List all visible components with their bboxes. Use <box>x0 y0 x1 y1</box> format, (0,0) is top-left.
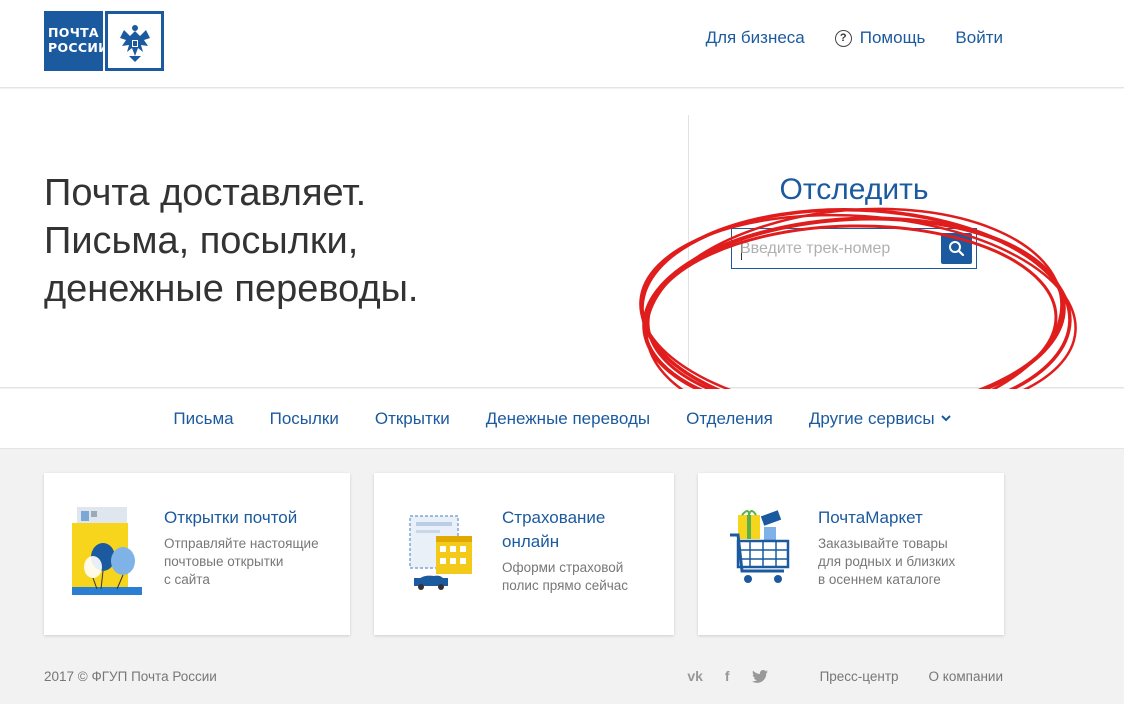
menu-parcels[interactable]: Посылки <box>270 409 339 429</box>
card-insurance-description: Оформи страховой полис прямо сейчас <box>502 559 628 595</box>
menu-other-services[interactable]: Другие сервисы <box>809 409 951 429</box>
hero-line-3: денежные переводы. <box>44 268 419 310</box>
press-center-link[interactable]: Пресс-центр <box>820 669 899 684</box>
tracking-search-button[interactable] <box>941 233 972 264</box>
menu-letters[interactable]: Письма <box>173 409 233 429</box>
card-insurance-desc-line2: полис прямо сейчас <box>502 578 629 593</box>
card-pochtamarket-desc-line2: для родных и близких <box>818 554 956 569</box>
menu-postcards[interactable]: Открытки <box>375 409 450 429</box>
card-insurance-title-line2: онлайн <box>502 532 560 551</box>
card-pochtamarket-title: ПочтаМаркет <box>818 508 923 527</box>
card-pochtamarket[interactable]: ПочтаМаркет Заказывайте товары для родны… <box>698 473 1004 635</box>
logo-line1: ПОЧТА <box>48 25 99 40</box>
facebook-icon[interactable]: f <box>725 668 730 684</box>
card-pochtamarket-description: Заказывайте товары для родных и близких … <box>818 535 955 589</box>
top-navigation: Для бизнеса ? Помощь Войти <box>676 28 1003 48</box>
double-eagle-emblem-icon <box>105 11 164 71</box>
footer-copyright: 2017 © ФГУП Почта России <box>44 669 217 684</box>
postcard-icon <box>72 507 142 595</box>
hero-section: Почта доставляет. Письма, посылки, денеж… <box>0 89 1124 429</box>
twitter-icon[interactable] <box>751 669 768 683</box>
insurance-icon <box>409 515 472 590</box>
card-postcards-desc-line2: почтовые открытки <box>164 554 284 569</box>
search-icon <box>949 241 965 257</box>
shopping-cart-icon <box>730 510 790 583</box>
card-postcards[interactable]: Открытки почтой Отправляйте настоящие по… <box>44 473 350 635</box>
header: ПОЧТА РОССИИ Для бизнеса ? Помощь Войти <box>0 0 1124 88</box>
card-insurance-title: Страхование онлайн <box>502 506 605 554</box>
logo-wordmark: ПОЧТА РОССИИ <box>44 11 109 71</box>
hero-line-2: Письма, посылки, <box>44 220 359 262</box>
business-link[interactable]: Для бизнеса <box>706 28 805 48</box>
card-postcards-title: Открытки почтой <box>164 508 298 527</box>
about-company-link[interactable]: О компании <box>929 669 1003 684</box>
help-icon: ? <box>834 29 852 47</box>
help-label: Помощь <box>859 28 926 47</box>
card-postcards-description: Отправляйте настоящие почтовые открытки … <box>164 535 319 589</box>
tracking-number-input[interactable] <box>740 235 932 263</box>
hero-slogan: Почта доставляет. Письма, посылки, денеж… <box>44 169 419 313</box>
russian-post-logo[interactable]: ПОЧТА РОССИИ <box>44 11 164 71</box>
hero-divider <box>688 115 689 367</box>
menu-other-services-label: Другие сервисы <box>808 408 935 428</box>
footer-links: vk f Пресс-центр О компании <box>687 668 1003 684</box>
menu-offices[interactable]: Отделения <box>686 409 773 429</box>
chevron-down-icon <box>940 415 951 422</box>
card-insurance[interactable]: Страхование онлайн Оформи страховой поли… <box>374 473 674 635</box>
help-link[interactable]: ? Помощь <box>834 28 926 48</box>
services-menu: Письма Посылки Открытки Денежные перевод… <box>0 389 1124 449</box>
card-insurance-title-line1: Страхование <box>502 508 606 527</box>
tracking-title: Отследить <box>779 173 929 206</box>
card-postcards-desc-line1: Отправляйте настоящие <box>164 536 319 551</box>
logo-line2: РОССИИ <box>48 40 109 55</box>
card-pochtamarket-desc-line1: Заказывайте товары <box>818 536 948 551</box>
tracking-search-box <box>731 228 977 269</box>
hero-line-1: Почта доставляет. <box>44 172 367 214</box>
menu-money-transfers[interactable]: Денежные переводы <box>486 409 650 429</box>
login-link[interactable]: Войти <box>955 28 1003 48</box>
vk-icon[interactable]: vk <box>687 668 703 684</box>
card-insurance-desc-line1: Оформи страховой <box>502 560 624 575</box>
card-pochtamarket-desc-line3: в осеннем каталоге <box>818 572 941 587</box>
card-postcards-desc-line3: с сайта <box>164 572 210 587</box>
